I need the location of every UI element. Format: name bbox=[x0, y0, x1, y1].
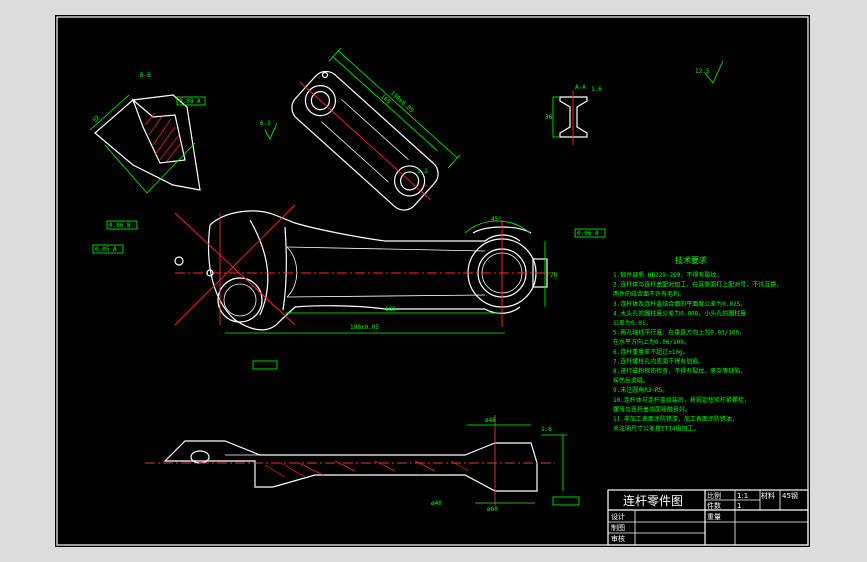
part-name: 连杆零件图 bbox=[623, 493, 683, 508]
tech-req-line: 3.连杆体及连杆盖结合面的平面度公差为0.025。 bbox=[613, 300, 746, 308]
drawing-canvas: B-B 0.08 A 32 190±0.05 165 6.3 3.2 A-A 3… bbox=[55, 15, 810, 547]
title-block: 连杆零件图 比例 1:1 材料 45钢 件数 1 重量 设计 制图 审核 bbox=[607, 489, 809, 546]
svg-text:45钢: 45钢 bbox=[782, 491, 798, 500]
svg-text:制图: 制图 bbox=[611, 523, 625, 532]
tech-req-line: 6.连杆重量差不超过±10g。 bbox=[613, 348, 689, 356]
svg-text:36: 36 bbox=[545, 114, 553, 121]
tech-req-line: 公差为0.01。 bbox=[613, 319, 651, 327]
svg-text:1: 1 bbox=[737, 502, 741, 510]
svg-text:ø40: ø40 bbox=[431, 500, 442, 507]
drawing-svg: B-B 0.08 A 32 190±0.05 165 6.3 3.2 A-A 3… bbox=[56, 16, 809, 546]
svg-text:190±0.05: 190±0.05 bbox=[350, 324, 379, 331]
svg-text:0.08 A: 0.08 A bbox=[179, 98, 201, 105]
svg-text:78: 78 bbox=[550, 272, 558, 279]
svg-text:32: 32 bbox=[91, 114, 101, 124]
cad-viewport: B-B 0.08 A 32 190±0.05 165 6.3 3.2 A-A 3… bbox=[0, 0, 867, 562]
tech-req-line: 两件的结合面不许有毛刺。 bbox=[613, 290, 685, 298]
svg-text:6.3: 6.3 bbox=[260, 120, 271, 127]
svg-text:3.2: 3.2 bbox=[417, 168, 428, 175]
svg-text:件数: 件数 bbox=[707, 501, 721, 510]
tech-req-line: 探伤后退磁。 bbox=[613, 377, 649, 385]
svg-text:165: 165 bbox=[385, 306, 396, 313]
tech-req-line: 未注明尺寸公差按IT14级加工。 bbox=[613, 425, 699, 433]
svg-text:ø48: ø48 bbox=[485, 417, 496, 424]
tech-req-line: 在水平方向上为0.06/100。 bbox=[613, 338, 690, 346]
tech-req-line: 5.两孔轴线平行度：在垂直方向上为0.03/100， bbox=[613, 329, 745, 337]
big-end-bore bbox=[217, 277, 263, 323]
tech-req-line: 10.连杆体与连杆盖组装后，按规定扭矩拧紧螺栓， bbox=[613, 396, 750, 404]
tech-req-line: 4.大头孔的圆柱度公差为0.008，小头孔的圆柱度 bbox=[613, 309, 746, 317]
rotated-cap-view: 190±0.05 165 bbox=[291, 47, 461, 211]
main-front-view: 190±0.05 165 78 0.06 A 0.06 B 0.05 A 45° bbox=[92, 204, 606, 370]
svg-text:0.06 B: 0.06 B bbox=[109, 222, 131, 229]
svg-text:ø60: ø60 bbox=[487, 506, 498, 513]
tech-requirements: 技术要求 1.锻件调质 HB229~269，不得有裂纹。 2.连杆体与连杆盖配对加… bbox=[613, 255, 782, 433]
svg-text:0.05 A: 0.05 A bbox=[95, 246, 117, 253]
svg-text:材料: 材料 bbox=[761, 491, 775, 500]
svg-text:设计: 设计 bbox=[611, 512, 625, 521]
svg-text:1.6: 1.6 bbox=[541, 426, 552, 433]
tech-req-line: 7.连杆螺栓孔内表面不得有划痕。 bbox=[613, 357, 704, 365]
tech-req-line: 11.非加工表面涂防锈漆，加工表面涂防锈油， bbox=[613, 415, 738, 423]
section-aa-label: A-A bbox=[575, 84, 586, 91]
tech-req-heading: 技术要求 bbox=[675, 255, 707, 265]
svg-text:审核: 审核 bbox=[611, 534, 625, 543]
side-view: ø48 ø60 ø40 1.6 bbox=[145, 415, 580, 513]
section-bb-label: B-B bbox=[140, 72, 151, 79]
tech-req-line: 螺母与连杆盖端面接触良好。 bbox=[613, 405, 691, 413]
tech-req-line: 9.未注圆角R3~R5。 bbox=[613, 386, 668, 394]
section-aa-view: A-A 36 1.6 12.5 bbox=[545, 60, 724, 145]
svg-text:0.06 A: 0.06 A bbox=[577, 230, 599, 237]
svg-text:12.5: 12.5 bbox=[695, 68, 710, 75]
svg-text:45°: 45° bbox=[491, 216, 502, 223]
tech-req-lines: 1.锻件调质 HB229~269，不得有裂纹。 2.连杆体与连杆盖配对加工，在其侧… bbox=[613, 271, 782, 433]
tech-req-line: 8.进行磁粉探伤检查，不得有裂纹、夹杂等缺陷， bbox=[613, 367, 746, 375]
svg-text:重量: 重量 bbox=[707, 513, 721, 521]
svg-text:1.6: 1.6 bbox=[591, 86, 602, 93]
svg-text:比例: 比例 bbox=[707, 491, 721, 500]
svg-text:1:1: 1:1 bbox=[737, 492, 748, 500]
section-bb-view: B-B 0.08 A 32 bbox=[89, 72, 206, 194]
tech-req-line: 2.连杆体与连杆盖配对加工，在其侧面打上配对号，不许互换， bbox=[613, 281, 782, 289]
tech-req-line: 1.锻件调质 HB229~269，不得有裂纹。 bbox=[613, 271, 722, 279]
